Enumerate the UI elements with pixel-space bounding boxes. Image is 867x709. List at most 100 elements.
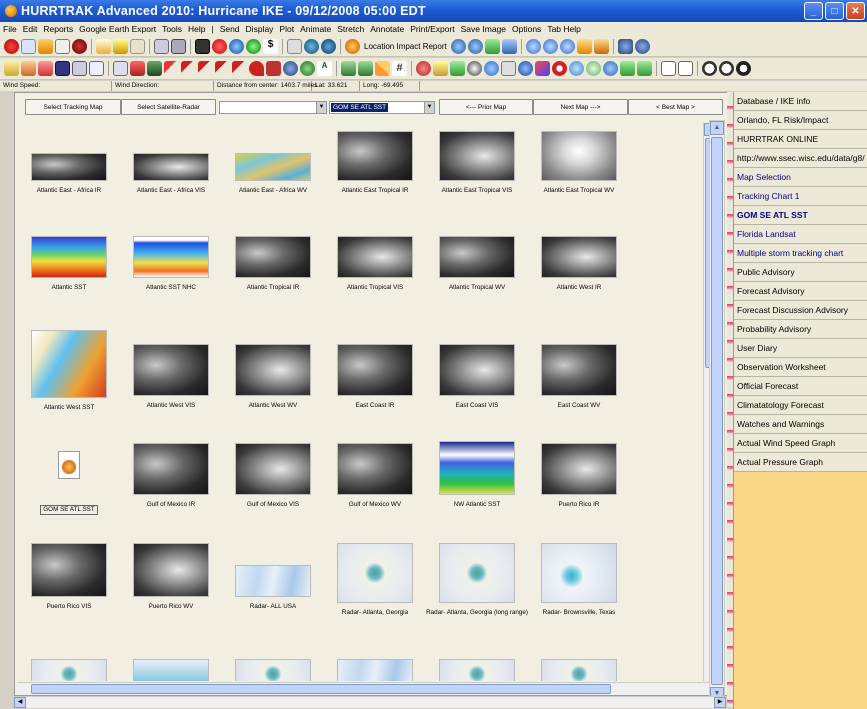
sidebar-item-map-selection[interactable]: Map Selection [734, 168, 867, 187]
blue-dot2-icon[interactable] [542, 38, 558, 54]
globe2-icon[interactable] [283, 61, 298, 76]
satellite-thumbnail-image[interactable] [541, 443, 617, 495]
map-thumbnail[interactable]: Radar- Atlanta, Georgia [323, 543, 427, 617]
swirl-icon[interactable] [603, 61, 618, 76]
map-thumbnail[interactable]: Atlantic East Tropical IR [323, 131, 427, 195]
satellite-thumbnail-image[interactable] [439, 236, 515, 278]
text-icon[interactable]: A [317, 61, 332, 76]
arrow-red3-icon[interactable] [198, 61, 213, 76]
folder-icon[interactable] [113, 38, 128, 54]
map-category-dropdown[interactable]: ▼ [219, 100, 327, 114]
shield-icon[interactable] [450, 61, 465, 76]
map-thumbnail[interactable]: Atlantic Tropical IR [221, 236, 325, 292]
map-thumbnail[interactable]: Radar- ALL USA [221, 543, 325, 611]
circle-icon[interactable] [484, 61, 499, 76]
map-thumbnail[interactable]: Atlantic East - Africa IR [17, 131, 121, 195]
map-thumbnail[interactable]: NW Atlantic SST [425, 441, 529, 509]
print-icon[interactable] [154, 38, 169, 54]
refresh-icon[interactable] [617, 38, 633, 54]
radar-thumbnail-image[interactable] [439, 659, 515, 681]
map-thumbnail[interactable]: Puerto Rico WV [119, 543, 223, 611]
chart-icon[interactable] [484, 38, 500, 54]
arrow-red-icon[interactable] [164, 61, 179, 76]
plane2-icon[interactable] [637, 61, 652, 76]
scroll-right-icon[interactable]: ▶ [714, 697, 726, 708]
image-icon[interactable] [113, 61, 128, 76]
graph-icon[interactable] [661, 61, 676, 76]
satellite-thumbnail-image[interactable] [337, 236, 413, 278]
map-thumbnail[interactable] [17, 659, 121, 681]
blue-dot3-icon[interactable] [559, 38, 575, 54]
main-vertical-scrollbar[interactable]: ▲ ▼ [709, 120, 725, 702]
prior-map-button[interactable]: <--- Prior Map [439, 99, 533, 115]
map-thumbnail[interactable] [221, 659, 325, 681]
red-circle-icon[interactable] [212, 38, 227, 54]
sidebar-item-public-advisory[interactable]: Public Advisory [734, 263, 867, 282]
map-selection-dropdown[interactable]: GOM SE ATL SST ▼ [329, 100, 435, 114]
radar-thumbnail-image[interactable] [337, 543, 413, 603]
sidebar-item-observation-worksheet[interactable]: Observation Worksheet [734, 358, 867, 377]
green-circle-icon[interactable] [586, 61, 601, 76]
sidebar-item-probability-advisory[interactable]: Probability Advisory [734, 320, 867, 339]
tools-icon[interactable] [96, 38, 111, 54]
sidebar-item-forecast-discussion[interactable]: Forecast Discussion Advisory [734, 301, 867, 320]
sailboat2-icon[interactable] [358, 61, 373, 76]
map-thumbnail-selected[interactable]: GOM SE ATL SST [17, 443, 121, 515]
satellite-icon[interactable] [195, 38, 210, 54]
house-icon[interactable] [4, 61, 19, 76]
tree-icon[interactable] [147, 61, 162, 76]
map-thumbnail[interactable]: East Coast WV [527, 344, 631, 410]
people-icon[interactable] [576, 38, 592, 54]
map-thumbnail[interactable]: Atlantic East - Africa VIS [119, 131, 223, 195]
map-thumbnail[interactable] [425, 659, 529, 681]
sidebar-item-pressure-graph[interactable]: Actual Pressure Graph [734, 453, 867, 472]
target-icon[interactable] [416, 61, 431, 76]
sidebar-item-tracking-chart[interactable]: Tracking Chart 1 [734, 187, 867, 206]
flag-icon[interactable] [266, 61, 281, 76]
copy-icon[interactable] [89, 61, 104, 76]
map-thumbnail[interactable]: Atlantic East Tropical VIS [425, 131, 529, 195]
camera-icon[interactable] [467, 61, 482, 76]
blue-dot-icon[interactable] [525, 38, 541, 54]
missing-image-icon[interactable] [49, 451, 89, 499]
sphere-icon[interactable] [518, 61, 533, 76]
menu-plot[interactable]: Plot [279, 24, 294, 34]
web-icon[interactable] [304, 38, 319, 54]
sidebar-item-official-forecast[interactable]: Official Forecast [734, 377, 867, 396]
radar-thumbnail-image[interactable] [541, 659, 617, 681]
map-thumbnail[interactable]: Radar- Atlanta, Georgia (long range) [425, 543, 529, 617]
menu-tools[interactable]: Tools [162, 24, 182, 34]
sidebar-item-database-info[interactable]: Database / IKE info [734, 92, 867, 111]
sst-thumbnail-image[interactable] [31, 330, 107, 398]
sst-thumbnail-image[interactable] [31, 236, 107, 278]
map-thumbnail[interactable] [527, 659, 631, 681]
map-thumbnail[interactable]: Atlantic West WV [221, 344, 325, 410]
zoom-in-icon[interactable] [702, 61, 717, 76]
zoom-reset-icon[interactable] [736, 61, 751, 76]
hurricane-icon[interactable] [72, 38, 87, 54]
menu-print-export[interactable]: Print/Export [410, 24, 454, 34]
map-thumbnail[interactable]: Radar- Brownsville, Texas [527, 543, 631, 617]
blue-circle-icon[interactable] [569, 61, 584, 76]
notes-icon[interactable] [130, 38, 145, 54]
menu-animate[interactable]: Animate [300, 24, 331, 34]
menu-save-image[interactable]: Save Image [461, 24, 506, 34]
save-icon[interactable] [55, 61, 70, 76]
satellite-thumbnail-image[interactable] [133, 543, 209, 597]
arrow-red2-icon[interactable] [181, 61, 196, 76]
satellite-thumbnail-image[interactable] [439, 344, 515, 396]
graph2-icon[interactable] [678, 61, 693, 76]
satellite-thumbnail-image[interactable] [133, 443, 209, 495]
satellite-thumbnail-image[interactable] [31, 543, 107, 597]
monitor-icon[interactable] [171, 38, 186, 54]
sidebar-item-gom-se-atl-sst[interactable]: GOM SE ATL SST [734, 206, 867, 225]
sidebar-item-multiple-storm-chart[interactable]: Multiple storm tracking chart [734, 244, 867, 263]
map-thumbnail[interactable]: East Coast VIS [425, 344, 529, 410]
menu-file[interactable]: File [3, 24, 17, 34]
menu-edit[interactable]: Edit [23, 24, 38, 34]
minimize-button[interactable]: _ [804, 2, 823, 20]
satellite-thumbnail-image[interactable] [337, 131, 413, 181]
map-thumbnail[interactable]: Puerto Rico VIS [17, 543, 121, 611]
map-thumbnail[interactable]: Atlantic East - Africa WV [221, 131, 325, 195]
plane-icon[interactable] [620, 61, 635, 76]
